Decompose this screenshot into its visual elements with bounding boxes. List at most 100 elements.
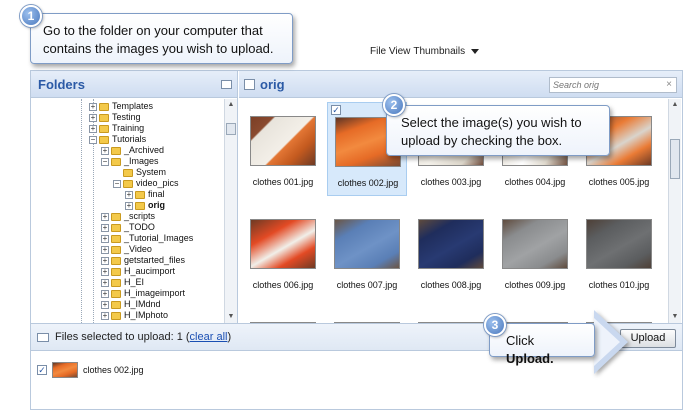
folder-tree-item[interactable]: System [113, 167, 166, 178]
thumbnail-item[interactable]: clothes 001.jpg [243, 102, 323, 196]
expand-icon[interactable]: + [101, 245, 109, 254]
expand-icon[interactable]: + [101, 223, 109, 232]
folder-icon [111, 289, 121, 298]
folder-tree-item[interactable]: + _Tutorial_Images [101, 233, 193, 244]
folder-tree-item[interactable]: + H_IMphoto [101, 310, 168, 321]
thumbnail-image[interactable] [418, 219, 484, 269]
thumbnail-label: clothes 001.jpg [252, 177, 314, 187]
scroll-up-icon[interactable]: ▲ [669, 99, 681, 111]
expand-icon[interactable]: + [89, 113, 97, 122]
folder-tree-item[interactable]: + H_EI [101, 277, 144, 288]
folder-icon [99, 113, 109, 122]
folders-scrollbar[interactable]: ▲ ▼ [224, 99, 237, 323]
folder-tree-item[interactable]: + _Video [101, 244, 152, 255]
folder-icon [123, 168, 133, 177]
expand-icon[interactable]: + [101, 212, 109, 221]
folder-tree-item[interactable]: + getstarted_files [101, 255, 185, 266]
folder-tree-item[interactable]: + _TODO [101, 222, 155, 233]
thumbnail-label: clothes 006.jpg [252, 280, 314, 290]
folder-tree-item[interactable]: + H_IMdnd [101, 299, 161, 310]
expand-icon[interactable]: + [101, 146, 109, 155]
upload-list: ✓ clothes 002.jpg [31, 352, 682, 409]
clear-all-link[interactable]: clear all [190, 331, 228, 343]
thumbnail-checkbox[interactable]: ✓ [331, 105, 341, 115]
folder-tree-item[interactable]: − video_pics [113, 178, 179, 189]
collapse-icon[interactable]: − [89, 135, 97, 144]
folder-tree-item[interactable]: + _Archived [101, 145, 164, 156]
thumbnail-item[interactable]: clothes 009.jpg [495, 205, 575, 299]
folder-tree-item[interactable]: + orig [125, 200, 165, 211]
folder-icon [99, 124, 109, 133]
file-view-selector[interactable]: File View Thumbnails [370, 46, 480, 57]
folder-tree-item[interactable]: + Templates [89, 101, 153, 112]
thumbnail-image[interactable] [250, 219, 316, 269]
folder-icon [111, 146, 121, 155]
thumbnail-item[interactable]: clothes 007.jpg [327, 205, 407, 299]
folder-tree-item[interactable]: + final [125, 189, 165, 200]
expand-icon[interactable]: + [101, 289, 109, 298]
step-3-prefix: Click [506, 333, 535, 348]
folder-tree-item[interactable]: + Training [89, 123, 144, 134]
collapse-pane-icon[interactable] [221, 80, 232, 89]
thumbnail-label: clothes 007.jpg [336, 280, 398, 290]
thumbnail-item[interactable]: clothes 010.jpg [579, 205, 659, 299]
file-view-label: File View [370, 46, 411, 57]
thumbnail-item[interactable]: clothes 008.jpg [411, 205, 491, 299]
folder-tree: + Templates + Testing + Training − Tutorials + _A… [31, 99, 224, 323]
thumbnail-item[interactable]: clothes 006.jpg [243, 205, 323, 299]
thumbnail-image[interactable] [250, 116, 316, 166]
folder-tree-item[interactable]: + H_imageimport [101, 288, 185, 299]
upload-item-label: clothes 002.jpg [83, 365, 144, 375]
folder-icon [111, 157, 121, 166]
expand-icon[interactable]: + [101, 300, 109, 309]
step-2-text: Select the image(s) you wish to upload b… [401, 115, 582, 148]
folder-tree-item[interactable]: + _scripts [101, 211, 155, 222]
paren-close: ) [227, 331, 232, 343]
folder-label: Training [112, 123, 145, 133]
upload-item-checkbox[interactable]: ✓ [37, 365, 47, 375]
scroll-down-icon[interactable]: ▼ [669, 311, 681, 323]
step-1-badge: 1 [20, 5, 42, 27]
select-all-checkbox[interactable] [244, 79, 255, 90]
folder-tree-item[interactable]: − Tutorials [89, 134, 146, 145]
expand-icon[interactable]: + [101, 256, 109, 265]
thumbnail-item[interactable] [327, 308, 407, 323]
expand-icon[interactable]: + [101, 267, 109, 276]
search-input[interactable] [550, 78, 658, 92]
scroll-up-icon[interactable]: ▲ [225, 99, 237, 111]
thumbnail-image[interactable] [586, 219, 652, 269]
thumbnail-item[interactable] [243, 308, 323, 323]
expand-icon[interactable]: + [89, 102, 97, 111]
folder-tree-item[interactable]: + Testing [89, 112, 141, 123]
folder-label: orig [148, 200, 165, 210]
upload-button[interactable]: Upload [620, 329, 676, 348]
expand-icon[interactable]: + [101, 311, 109, 320]
file-view-value: Thumbnails [413, 46, 466, 57]
scroll-thumb[interactable] [226, 123, 236, 135]
thumbnail-image[interactable] [502, 219, 568, 269]
thumbnail-label: clothes 002.jpg [337, 178, 399, 188]
thumbnail-item[interactable] [411, 308, 491, 323]
scroll-thumb[interactable] [670, 139, 680, 179]
selection-summary: Files selected to upload: 1 (clear all) [55, 331, 231, 343]
folder-icon [135, 190, 145, 199]
collapse-icon[interactable]: − [101, 157, 109, 166]
images-scrollbar[interactable]: ▲ ▼ [668, 99, 681, 323]
expand-icon[interactable]: + [101, 278, 109, 287]
step-3-badge: 3 [484, 314, 506, 336]
expand-icon[interactable]: + [125, 201, 133, 210]
folder-icon [99, 135, 109, 144]
thumbnail-item[interactable] [495, 308, 575, 323]
thumbnail-image[interactable] [334, 219, 400, 269]
collapse-icon[interactable]: − [113, 179, 121, 188]
folder-tree-item[interactable]: − _Images [101, 156, 159, 167]
expand-icon[interactable]: + [89, 124, 97, 133]
folders-pane: Folders + Templates + Testing + Training − Tuto… [31, 71, 238, 323]
thumbnail-label: clothes 004.jpg [504, 177, 566, 187]
expand-icon[interactable]: + [101, 234, 109, 243]
scroll-down-icon[interactable]: ▼ [225, 311, 237, 323]
expand-icon[interactable]: + [125, 190, 133, 199]
clear-search-icon[interactable]: × [666, 79, 672, 90]
folder-tree-item[interactable]: + H_aucimport [101, 266, 175, 277]
